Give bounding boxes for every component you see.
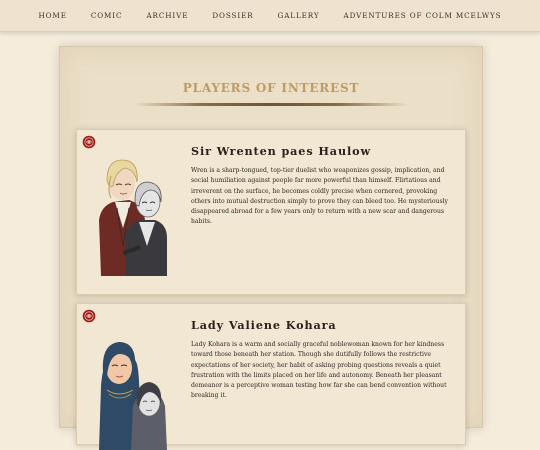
nav-gallery-link[interactable]: GALLERY	[278, 11, 320, 20]
nav-dossier-link[interactable]: DOSSIER	[212, 11, 253, 20]
top-navigation: HOME COMIC ARCHIVE DOSSIER GALLERY ADVEN…	[0, 0, 540, 32]
valiene-portrait	[99, 342, 167, 450]
nav-home-link[interactable]: HOME	[38, 11, 66, 20]
character-bio: Wren is a sharp-tongued, top-tier duelis…	[191, 167, 448, 226]
character-name: Sir Wrenten paes Haulow	[191, 144, 372, 158]
nav-archive-link[interactable]: ARCHIVE	[146, 11, 188, 20]
title-divider	[134, 103, 408, 106]
nav-comic-link[interactable]: COMIC	[91, 11, 123, 20]
character-name: Lady Valiene Kohara	[191, 318, 337, 332]
rose-icon	[82, 135, 96, 149]
wrenten-portrait	[99, 159, 167, 276]
character-bio: Lady Kohara is a warm and socially grace…	[191, 341, 447, 400]
character-card-valiene: Lady Valiene Kohara Lady Kohara is a war…	[76, 303, 466, 450]
players-panel: PLAYERS OF INTEREST Sir Wrenten paes Hau…	[59, 46, 483, 450]
rose-icon	[82, 309, 96, 323]
section-title: PLAYERS OF INTEREST	[182, 81, 360, 95]
nav-adventures-link[interactable]: ADVENTURES OF COLM MCELWYS	[344, 11, 502, 20]
character-card-wrenten: Sir Wrenten paes Haulow Wren is a sharp-…	[76, 129, 466, 295]
